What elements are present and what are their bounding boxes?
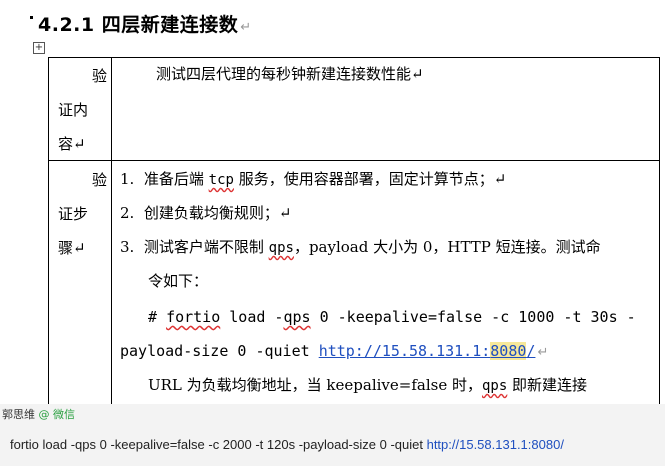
url-text: http://15.58.131.1: [318, 342, 491, 360]
note-line: URL 为负载均衡地址，当 keepalive=false 时，qps 即新建连… [148, 368, 587, 403]
url-text: / [526, 342, 536, 360]
paragraph-mark-icon: ↵ [240, 20, 252, 35]
command-line-1: # fortio load -qps 0 -keepalive=false -c… [148, 300, 636, 334]
command-line-2: payload-size 0 -quiet http://15.58.131.1… [120, 334, 548, 370]
test-table: 验 证内 容↵ 测试四层代理的每秒钟新建连接数性能↵ 验 证步 骤↵ 1. 准备… [48, 57, 660, 417]
row1-label-line: 证内 [58, 101, 89, 119]
table-column-divider [111, 57, 112, 417]
author-name: 郭思维 [2, 408, 35, 421]
comment-panel [0, 404, 665, 466]
note-text: URL 为负载均衡地址，当 keepalive=false 时， [148, 376, 482, 394]
comment-url[interactable]: http://15.58.131.1:8080/ [427, 437, 564, 452]
note-text: 即新建连接 [507, 376, 588, 394]
step-3-continued: 令如下： [148, 272, 209, 290]
command-text: 0 -keepalive=false -c 1000 -t 30s - [310, 308, 636, 326]
row2-label-line: 验 [92, 171, 108, 189]
step-text: 创建负载均衡规则；↵ [143, 204, 292, 222]
comment-body: fortio load -qps 0 -keepalive=false -c 2… [10, 437, 564, 452]
step-number: 1. [120, 170, 135, 188]
heading-bullet [30, 16, 33, 19]
author-source: @ 微信 [38, 408, 76, 421]
table-border-right [659, 57, 660, 417]
row2-label: 验 证步 骤↵ [48, 161, 111, 417]
step-3: 3. 测试客户端不限制 qps，payload 大小为 0，HTTP 短连接。测… [120, 230, 601, 265]
heading-text: 4.2.1 四层新建连接数 [38, 14, 239, 36]
step-number: 2. [120, 204, 135, 222]
row2-label-line: 证步 [58, 205, 89, 223]
paragraph-mark-icon: ↵ [537, 345, 549, 360]
command-text: payload-size 0 -quiet [120, 342, 319, 360]
command-text: fortio [166, 308, 221, 326]
section-heading: 4.2.1 四层新建连接数 ↵ [30, 10, 252, 37]
note-code: qps [481, 378, 508, 394]
step-code: tcp [208, 172, 234, 188]
url-port: 8080 [490, 342, 527, 360]
row1-label-line: 容↵ [58, 135, 86, 153]
table-row-divider [48, 160, 660, 161]
table-move-handle-icon[interactable]: + [33, 42, 45, 54]
row1-label: 验 证内 容↵ [48, 57, 111, 160]
comment-command: fortio load -qps 0 -keepalive=false -c 2… [10, 437, 427, 452]
step-text: 准备后端 [143, 170, 209, 188]
step-text: 服务，使用容器部署，固定计算节点；↵ [233, 170, 507, 188]
command-text: # [148, 308, 167, 326]
step-code: qps [268, 240, 294, 256]
row2-label-line: 骤↵ [58, 239, 86, 257]
step-text: 测试客户端不限制 [143, 238, 269, 256]
step-1: 1. 准备后端 tcp 服务，使用容器部署，固定计算节点；↵ [120, 162, 506, 197]
command-url[interactable]: http://15.58.131.1:8080/ [318, 342, 536, 360]
command-text: qps [283, 308, 311, 326]
step-text: ，payload 大小为 0，HTTP 短连接。测试命 [293, 238, 601, 256]
row1-label-line: 验 [92, 67, 108, 85]
row1-content: 测试四层代理的每秒钟新建连接数性能↵ [156, 65, 424, 83]
comment-author: 郭思维 @ 微信 [2, 406, 75, 422]
step-number: 3. [120, 238, 135, 256]
step-2: 2. 创建负载均衡规则；↵ [120, 196, 291, 230]
command-text: load - [220, 308, 284, 326]
